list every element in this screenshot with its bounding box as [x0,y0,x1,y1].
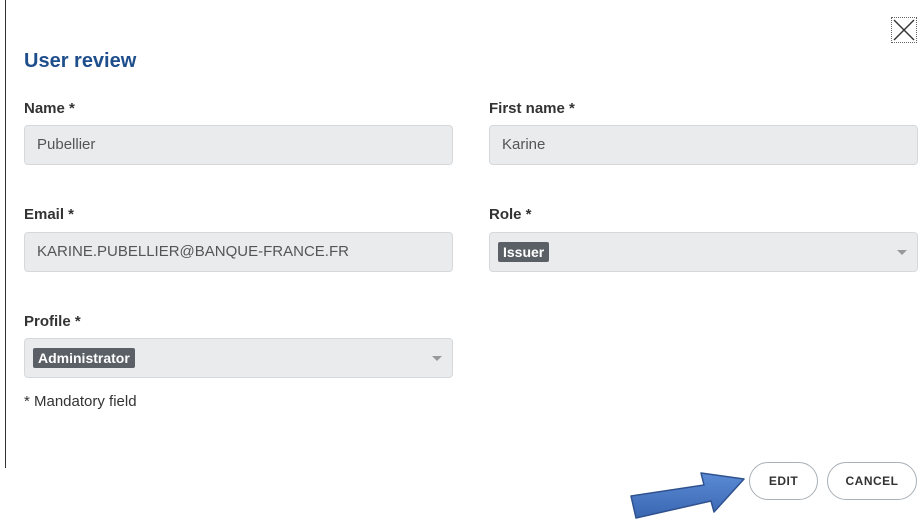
dialog-title: User review [24,50,137,72]
close-button[interactable] [891,17,917,43]
left-divider [5,0,6,468]
email-value: KARINE.PUBELLIER@BANQUE-FRANCE.FR [37,243,349,260]
chevron-down-icon [897,250,907,255]
name-label: Name * [24,100,75,117]
first-name-value: Karine [502,136,546,153]
email-label: Email * [24,206,75,223]
first-name-label: First name * [489,100,575,117]
profile-selected-chip: Administrator [33,348,135,369]
first-name-field[interactable]: Karine [489,125,918,165]
user-review-dialog: User review Name * Pubellier First name … [0,0,922,525]
right-arrow-icon [630,472,745,519]
profile-label: Profile * [24,313,81,330]
profile-select[interactable]: Administrator [24,338,453,378]
role-selected-chip: Issuer [498,242,550,263]
close-icon [893,19,915,41]
edit-button[interactable]: EDIT [749,462,818,500]
email-field[interactable]: KARINE.PUBELLIER@BANQUE-FRANCE.FR [24,232,453,272]
role-label: Role * [489,206,532,223]
chevron-down-icon [432,356,442,361]
cancel-button[interactable]: CANCEL [827,462,917,500]
name-field[interactable]: Pubellier [24,125,453,165]
mandatory-field-note: * Mandatory field [24,393,137,410]
role-select[interactable]: Issuer [489,232,918,272]
name-value: Pubellier [37,136,96,153]
